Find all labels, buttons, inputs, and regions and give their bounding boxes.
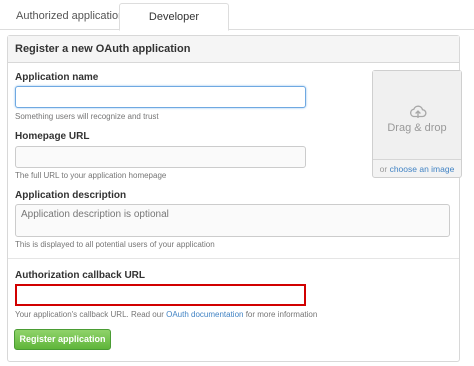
tab-divider bbox=[0, 29, 474, 30]
app-name-label: Application name bbox=[15, 72, 99, 83]
description-help: This is displayed to all potential users… bbox=[15, 240, 215, 249]
tab-authorized-applications[interactable]: Authorized applications bbox=[16, 8, 130, 24]
register-application-button[interactable]: Register application bbox=[14, 329, 111, 350]
choose-image-prefix: or bbox=[379, 164, 390, 174]
cloud-upload-icon bbox=[410, 105, 427, 118]
callback-help-suffix: for more information bbox=[243, 310, 318, 319]
homepage-help: The full URL to your application homepag… bbox=[15, 171, 167, 180]
homepage-label: Homepage URL bbox=[15, 131, 90, 142]
drag-drop-area[interactable]: Drag & drop bbox=[373, 71, 461, 160]
image-upload-dropzone[interactable]: Drag & drop or choose an image bbox=[372, 70, 462, 178]
choose-image-line: or choose an image bbox=[373, 164, 461, 174]
app-name-help: Something users will recognize and trust bbox=[15, 112, 159, 121]
callback-url-input[interactable] bbox=[15, 284, 306, 306]
homepage-url-input[interactable] bbox=[15, 146, 306, 168]
choose-image-link[interactable]: choose an image bbox=[390, 164, 455, 174]
section-divider bbox=[8, 258, 459, 259]
description-label: Application description bbox=[15, 190, 127, 201]
callback-help-prefix: Your application's callback URL. Read ou… bbox=[15, 310, 167, 319]
panel-title: Register a new OAuth application bbox=[8, 36, 459, 63]
oauth-documentation-link[interactable]: OAuth documentation bbox=[166, 310, 243, 319]
tab-bar: Authorized applications Developer applic… bbox=[0, 0, 474, 49]
callback-help: Your application's callback URL. Read ou… bbox=[15, 310, 317, 319]
callback-label: Authorization callback URL bbox=[15, 270, 146, 281]
app-name-input[interactable] bbox=[15, 86, 306, 108]
description-textarea[interactable] bbox=[15, 204, 450, 237]
tab-developer-applications[interactable]: Developer applications bbox=[119, 3, 229, 49]
drag-drop-text: Drag & drop bbox=[387, 122, 447, 134]
